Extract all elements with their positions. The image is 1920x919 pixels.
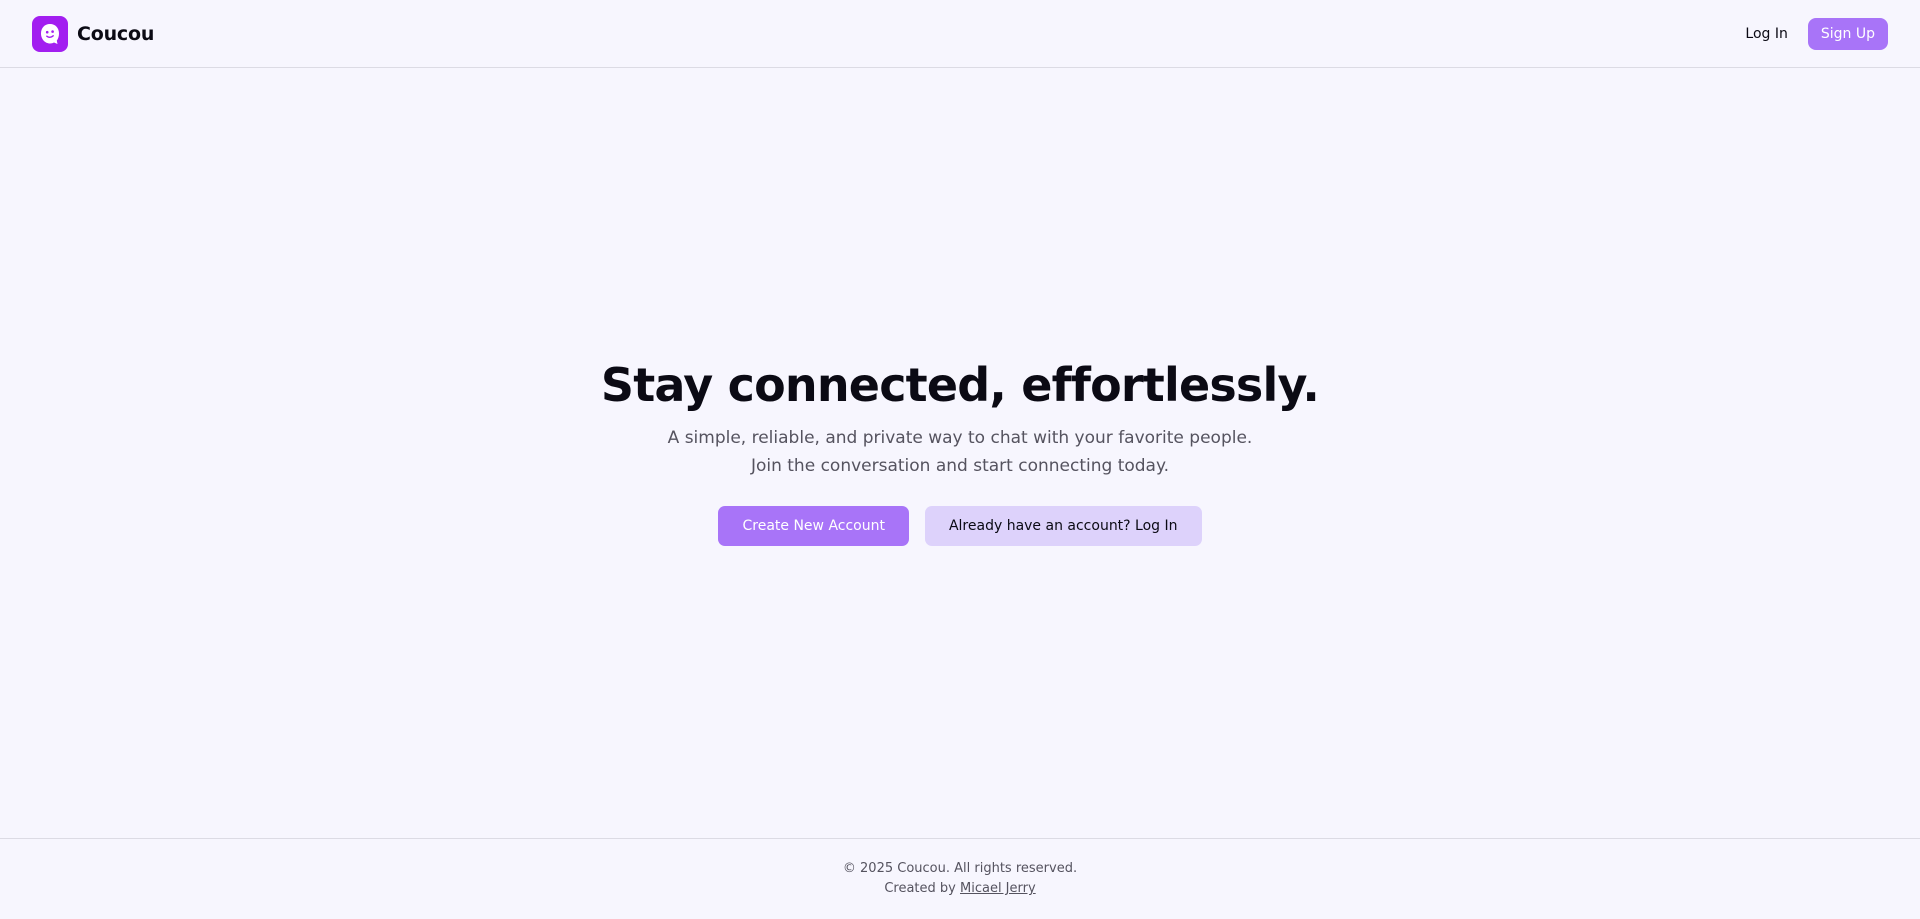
hero-section: Stay connected, effortlessly. A simple, … (0, 68, 1920, 838)
hero-subtitle: A simple, reliable, and private way to c… (668, 424, 1253, 480)
created-by-line: Created by Micael Jerry (884, 879, 1035, 899)
created-by-label: Created by (884, 881, 956, 896)
hero-title: Stay connected, effortlessly. (600, 357, 1320, 412)
login-link[interactable]: Log In (1745, 26, 1787, 42)
footer: © 2025 Coucou. All rights reserved. Crea… (0, 838, 1920, 919)
signup-button[interactable]: Sign Up (1807, 17, 1888, 50)
smiley-ghost-icon (32, 15, 68, 52)
brand-name: Coucou (77, 22, 155, 45)
hero-login-button[interactable]: Already have an account? Log In (924, 506, 1202, 547)
header-nav: Log In Sign Up (1745, 17, 1888, 50)
copyright-text: © 2025 Coucou. All rights reserved. (842, 861, 1078, 876)
hero-subtitle-line-2: Join the conversation and start connecti… (750, 456, 1170, 477)
create-account-button[interactable]: Create New Account (718, 506, 909, 547)
top-navbar: Coucou Log In Sign Up (0, 0, 1920, 68)
hero-actions: Create New Account Already have an accou… (718, 506, 1202, 547)
author-link[interactable]: Micael Jerry (960, 881, 1036, 896)
brand-home-link[interactable]: Coucou (32, 15, 155, 52)
hero-subtitle-line-1: A simple, reliable, and private way to c… (667, 428, 1253, 449)
